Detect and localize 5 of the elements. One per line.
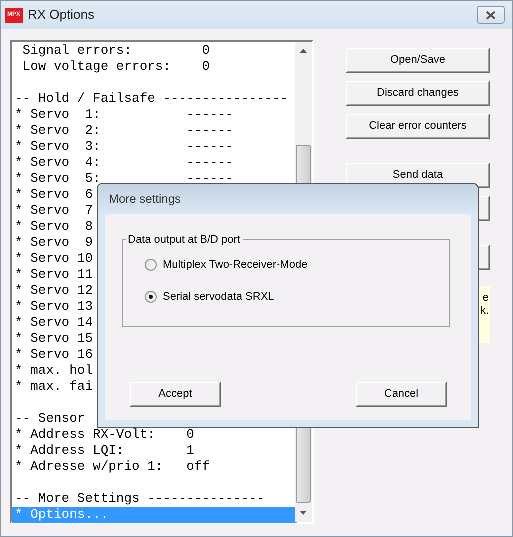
window-title: RX Options	[28, 6, 94, 24]
group-legend: Data output at B/D port	[126, 232, 243, 248]
note-text: k.	[480, 305, 489, 318]
dialog-title: More settings	[109, 191, 182, 208]
note-text: e	[482, 292, 489, 305]
